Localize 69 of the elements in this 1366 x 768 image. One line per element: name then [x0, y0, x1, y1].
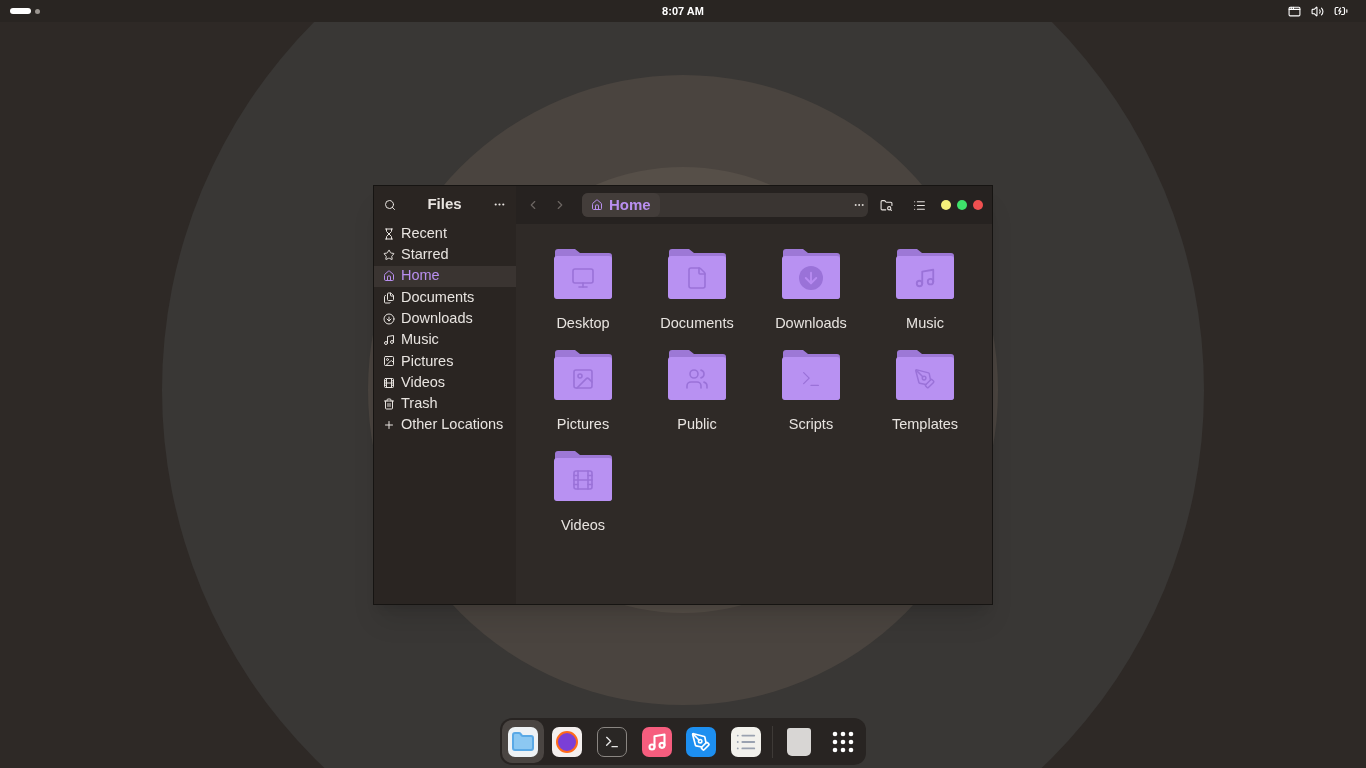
clock[interactable]: 8:07 AM — [310, 2, 1056, 20]
trash-icon — [383, 398, 395, 410]
workspace-indicator[interactable] — [10, 8, 31, 14]
folder-public-icon — [667, 348, 727, 401]
folder-item[interactable]: Videos — [526, 441, 640, 543]
folder-item[interactable]: Public — [640, 340, 754, 442]
hourglass-icon — [383, 227, 395, 240]
download-icon — [383, 312, 395, 325]
folder-item[interactable]: Music — [868, 240, 982, 341]
folder-item[interactable]: Desktop — [526, 240, 640, 341]
notepad-app-icon — [730, 726, 761, 757]
app-grid-icon — [832, 730, 855, 753]
folder-music-icon — [895, 248, 955, 300]
maximize-button[interactable] — [957, 200, 967, 210]
folder-pictures-icon — [553, 348, 613, 401]
folder-label: Templates — [891, 414, 959, 434]
folder-label: Desktop — [556, 314, 610, 333]
folder-label: Documents — [660, 314, 734, 333]
close-button[interactable] — [973, 200, 983, 210]
sidebar-item[interactable]: Music — [374, 329, 516, 351]
folder-templates-icon — [895, 348, 955, 401]
search-icon[interactable] — [384, 198, 396, 211]
sidebar-item[interactable]: Videos — [374, 372, 516, 394]
documents-icon — [383, 291, 395, 304]
sidebar-item[interactable]: Pictures — [374, 350, 516, 373]
home-icon — [383, 270, 395, 283]
folder-scripts-icon — [781, 348, 841, 401]
folder-desktop-icon — [553, 248, 613, 300]
folder-item[interactable]: Documents — [640, 240, 754, 341]
volume-icon[interactable] — [1311, 4, 1324, 18]
sidebar-item[interactable]: Recent — [374, 223, 516, 245]
folder-search-icon[interactable] — [880, 198, 893, 212]
sidebar-item[interactable]: Home — [374, 265, 516, 287]
files-app-icon — [507, 726, 538, 757]
list-view-icon[interactable] — [913, 198, 926, 212]
terminal-app-icon — [597, 726, 628, 757]
folder-downloads-icon — [781, 248, 841, 300]
folder-videos-icon — [553, 449, 613, 502]
battery-icon[interactable] — [1334, 4, 1348, 18]
film-icon — [383, 376, 395, 389]
music-app-icon — [641, 726, 672, 757]
star-icon — [383, 248, 395, 261]
sidebar-item[interactable]: Documents — [374, 286, 516, 309]
folder-item[interactable]: Templates — [868, 340, 982, 442]
tray-app-icon[interactable] — [1288, 4, 1301, 18]
plus-icon — [383, 419, 395, 432]
workspace-indicator[interactable] — [35, 8, 40, 14]
window-title: Files — [427, 194, 462, 215]
folder-label: Videos — [560, 515, 606, 535]
home-icon — [591, 199, 603, 211]
sidebar-item[interactable]: Starred — [374, 244, 516, 266]
sidebar-item[interactable]: Downloads — [374, 308, 516, 330]
folder-item[interactable]: Pictures — [526, 340, 640, 442]
folder-label: Scripts — [788, 414, 834, 434]
dock-app[interactable] — [502, 720, 544, 763]
sidebar-item[interactable]: Trash — [374, 393, 516, 415]
music-note-icon — [383, 334, 395, 347]
path-segment[interactable]: Home — [582, 193, 660, 217]
folder-label: Downloads — [775, 314, 847, 333]
folder-documents-icon — [667, 248, 727, 300]
folder-label: Pictures — [556, 414, 610, 434]
minimize-button[interactable] — [941, 200, 951, 210]
folder-item[interactable]: Downloads — [754, 240, 868, 341]
image-icon — [383, 355, 395, 368]
sidebar-item[interactable]: Other Locations — [374, 414, 516, 436]
folder-item[interactable]: Scripts — [754, 340, 868, 442]
folder-label: Public — [677, 414, 717, 434]
browser-app-icon — [552, 726, 583, 757]
folder-label: Music — [906, 314, 944, 333]
